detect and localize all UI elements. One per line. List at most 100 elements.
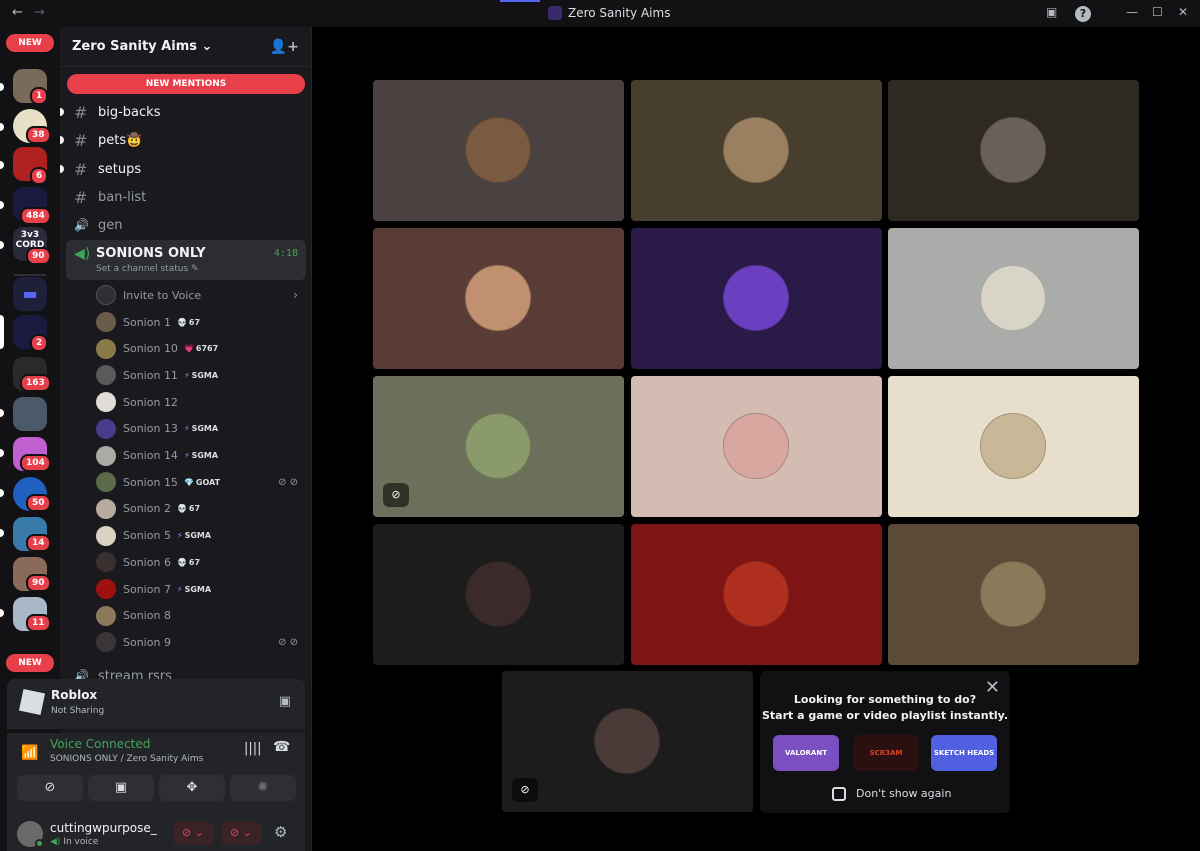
voice-member[interactable]: Sonion 2 💀 67 bbox=[96, 497, 302, 521]
participant-video-tile[interactable] bbox=[888, 80, 1139, 221]
participant-video-tile[interactable] bbox=[888, 228, 1139, 369]
channel-item[interactable]: # setups bbox=[60, 156, 306, 182]
unread-badge: 90 bbox=[26, 247, 51, 265]
voice-location[interactable]: SONIONS ONLY / Zero Sanity Aims bbox=[50, 754, 203, 764]
participant-video-tile[interactable] bbox=[630, 80, 882, 221]
server-tag[interactable]: ⚡ SGMA bbox=[177, 585, 211, 594]
channel-status[interactable]: Set a channel status ✎ bbox=[96, 264, 199, 274]
deafen-button[interactable]: ⊘ ⌄ bbox=[221, 821, 261, 845]
channel-item[interactable]: # ban-list bbox=[66, 184, 306, 210]
tag-text: 67 bbox=[188, 504, 201, 514]
screen-share-button[interactable]: ▣ bbox=[88, 775, 154, 801]
unread-badge: 1 bbox=[30, 87, 49, 105]
participant-video-tile[interactable] bbox=[888, 376, 1139, 517]
mute-button[interactable]: ⊘ ⌄ bbox=[173, 821, 213, 845]
voice-member[interactable]: Sonion 7 ⚡ SGMA bbox=[96, 577, 302, 601]
participant-video-tile[interactable]: ⊘ bbox=[373, 376, 624, 517]
help-icon[interactable]: ? bbox=[1075, 6, 1091, 22]
channel-item[interactable]: 🔊 gen bbox=[66, 212, 306, 238]
server-tag[interactable]: 💗 6767 bbox=[184, 344, 218, 353]
back-arrow-icon[interactable]: ← bbox=[12, 5, 23, 20]
server-tag[interactable]: ⚡ SGMA bbox=[177, 531, 211, 540]
unread-dot bbox=[0, 529, 4, 537]
participant-video-tile[interactable] bbox=[373, 524, 624, 665]
server-tag[interactable]: 💀 67 bbox=[177, 504, 200, 513]
maximize-icon[interactable]: ☐ bbox=[1152, 5, 1163, 19]
tag-text: SGMA bbox=[191, 424, 219, 434]
forward-arrow-icon[interactable]: → bbox=[34, 5, 45, 20]
server-tag[interactable]: 💀 67 bbox=[177, 558, 200, 567]
unread-badge: 6 bbox=[30, 167, 49, 185]
channel-item[interactable]: # big-backs bbox=[60, 99, 306, 125]
signal-icon[interactable]: 📶 bbox=[21, 745, 38, 761]
unread-badge: 104 bbox=[20, 454, 51, 472]
dont-show-checkbox[interactable] bbox=[832, 787, 846, 801]
game-card[interactable]: SKETCH HEADS bbox=[931, 735, 997, 771]
participant-video-tile[interactable] bbox=[630, 524, 882, 665]
camera-button[interactable]: ⊘ bbox=[17, 775, 83, 801]
channel-item[interactable]: # pets🤠 bbox=[60, 127, 306, 153]
participant-video-tile[interactable] bbox=[373, 80, 624, 221]
noise-suppression-icon[interactable]: |||| bbox=[244, 741, 262, 756]
game-card[interactable]: SCR3AM bbox=[853, 735, 919, 771]
active-indicator bbox=[500, 0, 540, 2]
invite-to-voice[interactable]: Invite to Voice › bbox=[96, 283, 302, 307]
tag-icon: 💎 bbox=[183, 477, 194, 487]
tag-icon: ⚡ bbox=[183, 370, 190, 380]
server-icon[interactable] bbox=[13, 397, 47, 431]
voice-member[interactable]: Sonion 5 ⚡ SGMA bbox=[96, 524, 302, 548]
disconnect-icon[interactable]: ☎ bbox=[273, 739, 290, 755]
avatar bbox=[722, 413, 789, 479]
voice-member[interactable]: Sonion 10 💗 6767 bbox=[96, 337, 302, 361]
new-mentions-bar[interactable]: NEW MENTIONS bbox=[67, 74, 305, 94]
add-member-icon[interactable]: 👤+ bbox=[270, 39, 299, 55]
server-tag[interactable]: ⚡ SGMA bbox=[184, 424, 218, 433]
guild-name: Zero Sanity Aims ⌄ bbox=[72, 39, 212, 54]
unread-dot bbox=[0, 83, 4, 91]
unread-badge: 11 bbox=[26, 614, 51, 632]
game-title: VALORANT bbox=[785, 749, 827, 757]
server-tag[interactable]: 💎 GOAT bbox=[184, 478, 220, 487]
participant-video-tile[interactable] bbox=[888, 524, 1139, 665]
voice-member[interactable]: Sonion 6 💀 67 bbox=[96, 550, 302, 574]
voice-member[interactable]: Sonion 9 ⊘ ⊘ bbox=[96, 630, 302, 654]
member-name: Sonion 10 bbox=[123, 342, 178, 356]
voice-member[interactable]: Sonion 11 ⚡ SGMA bbox=[96, 363, 302, 387]
self-video-tile[interactable]: ⊘ bbox=[502, 671, 753, 812]
server-tag[interactable]: ⚡ SGMA bbox=[184, 451, 218, 460]
voice-status[interactable]: Voice Connected bbox=[50, 737, 150, 751]
share-screen-icon[interactable]: ▣ bbox=[279, 694, 291, 709]
voice-member[interactable]: Sonion 12 bbox=[96, 390, 302, 414]
voice-channel-active[interactable]: ◀) SONIONS ONLY Set a channel status ✎ 4… bbox=[66, 240, 306, 280]
voice-member[interactable]: Sonion 13 ⚡ SGMA bbox=[96, 417, 302, 441]
unread-dot bbox=[60, 108, 64, 116]
participant-video-tile[interactable] bbox=[630, 228, 882, 369]
voice-member[interactable]: Sonion 15 💎 GOAT ⊘ ⊘ bbox=[96, 470, 302, 494]
participant-video-tile[interactable] bbox=[630, 376, 882, 517]
activities-button[interactable]: ✥ bbox=[159, 775, 225, 801]
voice-member[interactable]: Sonion 1 💀 67 bbox=[96, 310, 302, 334]
new-pill[interactable]: NEW bbox=[6, 34, 54, 52]
roblox-icon bbox=[18, 688, 46, 716]
dont-show-label[interactable]: Don't show again bbox=[856, 787, 951, 800]
minimize-icon[interactable]: — bbox=[1126, 5, 1138, 19]
folder-icon[interactable]: ▬ bbox=[13, 277, 47, 311]
username[interactable]: cuttingwpurpose_ bbox=[50, 821, 157, 835]
inbox-icon[interactable]: ▣ bbox=[1046, 5, 1057, 19]
new-pill[interactable]: NEW bbox=[6, 654, 54, 672]
unread-dot bbox=[0, 489, 4, 497]
participant-video-tile[interactable] bbox=[373, 228, 624, 369]
close-icon[interactable]: ✕ bbox=[1178, 5, 1188, 19]
soundboard-button[interactable]: ✺ bbox=[230, 775, 296, 801]
server-tag[interactable]: ⚡ SGMA bbox=[184, 371, 218, 380]
tag-text: 67 bbox=[188, 557, 201, 567]
voice-member[interactable]: Sonion 14 ⚡ SGMA bbox=[96, 444, 302, 468]
guild-header[interactable]: Zero Sanity Aims ⌄ 👤+ bbox=[60, 27, 311, 67]
voice-member[interactable]: Sonion 8 bbox=[96, 604, 302, 628]
gear-icon[interactable]: ⚙ bbox=[274, 823, 287, 841]
member-name: Sonion 6 bbox=[123, 555, 171, 569]
game-card[interactable]: VALORANT bbox=[773, 735, 839, 771]
unread-dot bbox=[0, 241, 4, 249]
server-tag[interactable]: 💀 67 bbox=[177, 318, 200, 327]
member-name: Sonion 15 bbox=[123, 475, 178, 489]
